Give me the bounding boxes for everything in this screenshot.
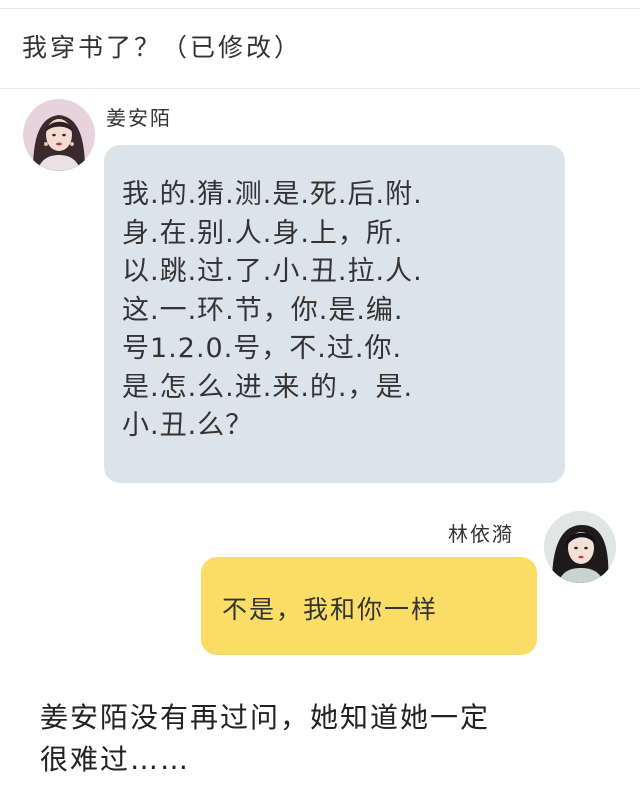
avatar-left-graphic xyxy=(23,99,95,171)
message-text-left: 我.的.猜.测.是.死.后.附. 身.在.别.人.身.上，所. 以.跳.过.了.… xyxy=(122,176,552,446)
avatar-right-graphic xyxy=(544,511,616,583)
message-line: 身.在.别.人.身.上，所. xyxy=(122,217,404,249)
female-avatar-photo-icon[interactable] xyxy=(23,99,95,171)
female-avatar-photo-icon[interactable] xyxy=(544,511,616,583)
page-title: 我穿书了？（已修改） xyxy=(22,33,303,62)
message-line: 这.一.环.节，你.是.编. xyxy=(122,294,404,326)
message-line: 小.丑.么？ xyxy=(122,410,254,441)
top-divider xyxy=(0,8,640,9)
sender-name-right: 林依漪 xyxy=(448,522,514,546)
title-divider xyxy=(0,88,640,89)
message-line: 号1.2.0.号，不.过.你. xyxy=(122,333,403,364)
narration-text: 姜安陌没有再过问，她知道她一定 很难过…… xyxy=(40,697,620,781)
message-text-right: 不是，我和你一样 xyxy=(222,595,439,624)
message-line: 我.的.猜.测.是.死.后.附. xyxy=(122,179,423,210)
message-line: 是.怎.么.进.来.的.，是. xyxy=(122,371,414,403)
narration-line: 很难过…… xyxy=(40,743,191,776)
message-line: 以.跳.过.了.小.丑.拉.人. xyxy=(122,256,423,287)
narration-line: 姜安陌没有再过问，她知道她一定 xyxy=(40,701,491,734)
sender-name-left: 姜安陌 xyxy=(106,106,172,130)
